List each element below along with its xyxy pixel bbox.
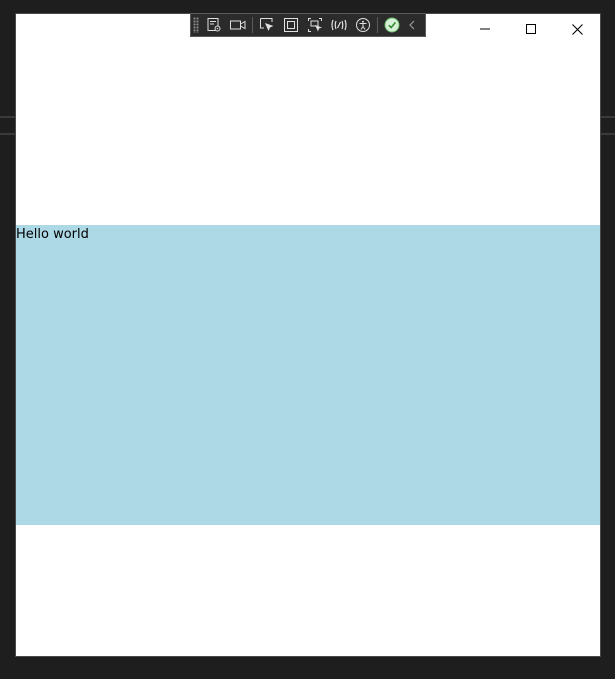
close-button[interactable] bbox=[554, 14, 600, 44]
collapse-chevron-icon bbox=[409, 20, 415, 30]
caption-buttons bbox=[462, 14, 600, 44]
hot-reload-button[interactable] bbox=[327, 14, 351, 36]
content-panel: Hello world bbox=[16, 225, 600, 525]
hello-text: Hello world bbox=[16, 227, 89, 242]
track-focus-icon bbox=[308, 18, 322, 32]
minimize-button[interactable] bbox=[462, 14, 508, 44]
binding-status-button[interactable] bbox=[380, 14, 404, 36]
display-layout-adorners-icon bbox=[284, 18, 298, 32]
in-app-debug-toolbar bbox=[190, 13, 426, 37]
collapse-toolbar-button[interactable] bbox=[404, 14, 420, 36]
accessibility-checker-button[interactable] bbox=[351, 14, 375, 36]
background-line bbox=[0, 133, 15, 135]
maximize-button[interactable] bbox=[508, 14, 554, 44]
live-visual-tree-icon bbox=[207, 18, 221, 32]
app-window: Hello world bbox=[15, 13, 601, 657]
background-line bbox=[0, 116, 15, 118]
record-video-button[interactable] bbox=[226, 14, 250, 36]
background-line bbox=[601, 133, 615, 135]
minimize-icon bbox=[480, 28, 490, 30]
toolbar-grip-handle[interactable] bbox=[193, 17, 199, 33]
toolbar-separator bbox=[377, 17, 378, 33]
live-visual-tree-button[interactable] bbox=[202, 14, 226, 36]
maximize-icon bbox=[526, 24, 536, 34]
display-layout-adorners-button[interactable] bbox=[279, 14, 303, 36]
track-focus-button[interactable] bbox=[303, 14, 327, 36]
select-element-button[interactable] bbox=[255, 14, 279, 36]
background-line bbox=[601, 116, 615, 118]
select-element-icon bbox=[260, 18, 274, 31]
toolbar-separator bbox=[252, 17, 253, 33]
video-camera-icon bbox=[230, 20, 246, 30]
checkmark-icon bbox=[384, 17, 400, 33]
hot-reload-icon bbox=[331, 19, 347, 31]
close-icon bbox=[571, 23, 583, 35]
accessibility-icon bbox=[356, 18, 370, 32]
